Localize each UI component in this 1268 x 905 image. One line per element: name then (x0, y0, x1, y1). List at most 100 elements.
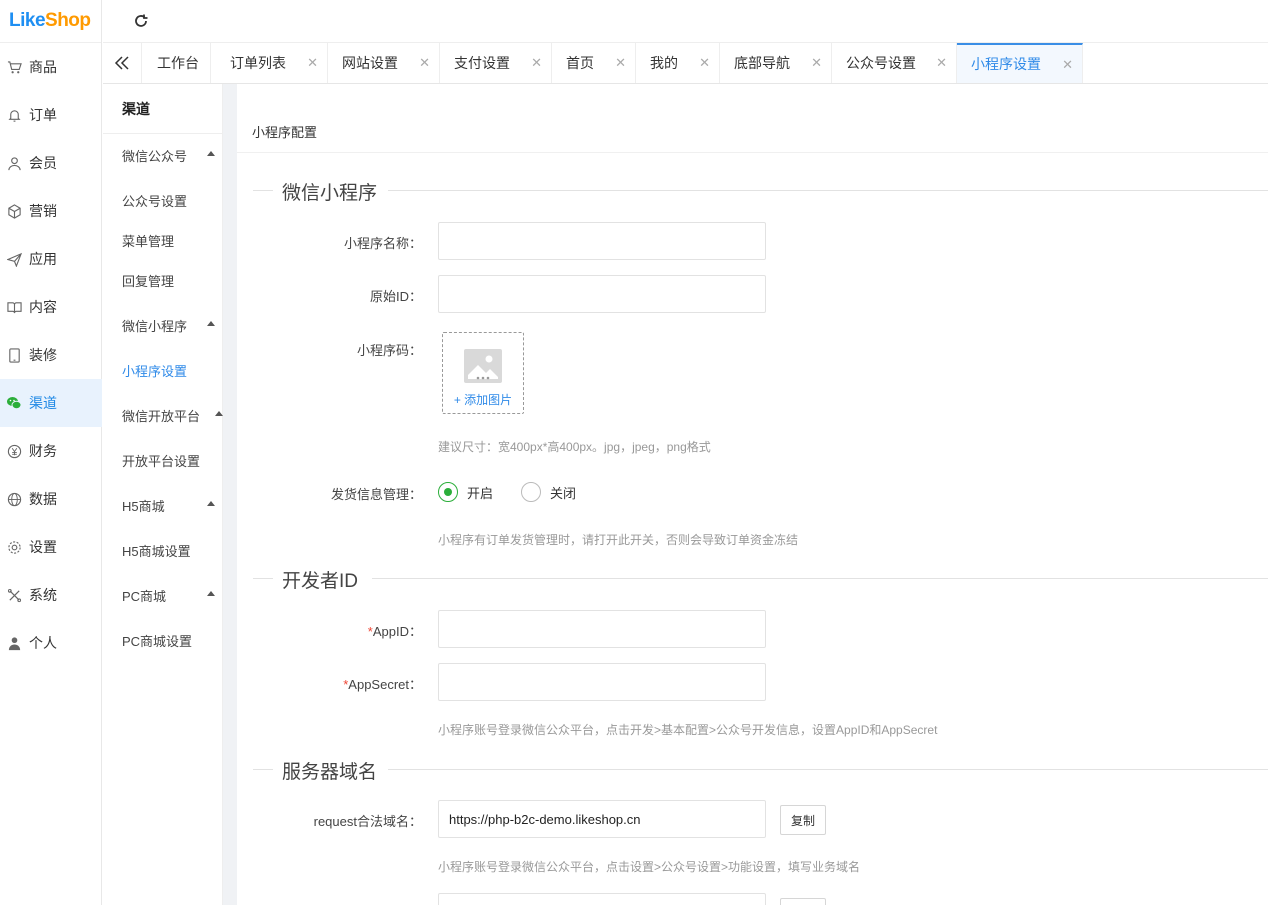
appsecret-label-text: AppSecret： (348, 677, 422, 692)
section-developer-id: 开发者ID (253, 567, 1268, 592)
refresh-icon[interactable] (131, 11, 151, 31)
sidebar-item-label: 营销 (29, 203, 57, 219)
divider (253, 769, 273, 770)
radio-label: 关闭 (550, 485, 577, 501)
close-icon[interactable]: ✕ (531, 55, 542, 71)
tab-mine[interactable]: 我的 ✕ (636, 43, 720, 83)
sidebar-item-apps[interactable]: 应用 (0, 235, 102, 283)
miniprogram-name-label: 小程序名称： (343, 236, 422, 251)
qrcode-hint: 建议尺寸：宽400px*高400px。jpg，jpeg，png格式 (438, 440, 711, 454)
tab-workbench[interactable]: 工作台 (143, 43, 211, 83)
appid-input[interactable] (438, 610, 766, 648)
collapse-tabs-icon[interactable] (103, 43, 142, 83)
tools-icon (6, 587, 22, 603)
sidebar-item-label: 订单 (29, 107, 57, 123)
request-domain-label: request合法域名： (313, 814, 422, 829)
app-logo[interactable]: Like Shop (0, 0, 101, 43)
divider (372, 578, 1268, 579)
tab-label: 公众号设置 (846, 55, 916, 71)
submenu-link-pc-settings[interactable]: PC商城设置 (122, 631, 192, 650)
request-domain-input[interactable]: https://php-b2c-demo.likeshop.cn (438, 800, 766, 838)
send-icon (6, 251, 22, 267)
close-icon[interactable]: ✕ (615, 55, 626, 71)
submenu-title: 渠道 (103, 84, 222, 134)
submenu-link-oa-settings[interactable]: 公众号设置 (122, 191, 187, 210)
submenu-group-h5[interactable]: H5商城 (122, 496, 217, 515)
appsecret-input[interactable] (438, 663, 766, 701)
submenu-group-wechat-oa[interactable]: 微信公众号 (122, 146, 217, 165)
user-icon (6, 155, 22, 171)
sidebar-item-orders[interactable]: 订单 (0, 91, 102, 139)
sidebar-item-goods[interactable]: 商品 (0, 43, 102, 91)
miniprogram-name-input[interactable] (438, 222, 766, 260)
caret-up-icon (207, 321, 215, 326)
submenu-group-pc[interactable]: PC商城 (122, 586, 217, 605)
sidebar-item-content[interactable]: 内容 (0, 283, 102, 331)
submenu-link-mp-settings[interactable]: 小程序设置 (122, 361, 187, 380)
book-icon (6, 299, 22, 315)
sidebar-item-data[interactable]: 数据 (0, 475, 102, 523)
divider (388, 769, 1268, 770)
close-icon[interactable]: ✕ (419, 55, 430, 71)
tab-miniprogram-settings[interactable]: 小程序设置 ✕ (957, 43, 1083, 83)
main-content: 小程序配置 微信小程序 小程序名称： 原始ID： 小程序码： + 添加图片 建议… (237, 84, 1268, 905)
submenu-group-label: PC商城 (122, 589, 167, 604)
developer-hint: 小程序账号登录微信公众平台，点击开发>基本配置>公众号开发信息，设置AppID和… (438, 723, 938, 737)
sidebar-item-channels[interactable]: 渠道 (0, 379, 102, 427)
tab-label: 小程序设置 (971, 56, 1041, 72)
sidebar-item-finance[interactable]: 财务 (0, 427, 102, 475)
sidebar-item-label: 会员 (29, 155, 57, 171)
tab-order-list[interactable]: 订单列表 ✕ (216, 43, 328, 83)
close-icon[interactable]: ✕ (811, 55, 822, 71)
cube-icon (6, 203, 22, 219)
submenu-link-menu-manage[interactable]: 菜单管理 (122, 231, 174, 250)
sidebar-item-settings[interactable]: 设置 (0, 523, 102, 571)
section-title: 服务器域名 (282, 762, 378, 783)
shipping-on-radio[interactable]: 开启 (438, 482, 493, 502)
close-icon[interactable]: ✕ (307, 55, 318, 71)
sidebar-item-personal[interactable]: 个人 (0, 619, 102, 667)
appsecret-label: *AppSecret： (252, 674, 422, 693)
submenu-group-open-platform[interactable]: 微信开放平台 (122, 406, 223, 425)
sidebar-item-label: 财务 (29, 443, 57, 459)
tab-official-account-settings[interactable]: 公众号设置 ✕ (832, 43, 957, 83)
close-icon[interactable]: ✕ (1062, 57, 1073, 73)
divider (388, 190, 1268, 191)
copy-button[interactable]: 复制 (780, 805, 826, 835)
caret-up-icon (207, 151, 215, 156)
image-placeholder-icon (464, 349, 502, 383)
tab-label: 支付设置 (454, 55, 510, 71)
cart-icon (6, 59, 22, 75)
card-title: 小程序配置 (252, 125, 318, 140)
tab-site-settings[interactable]: 网站设置 ✕ (328, 43, 440, 83)
card-header: 小程序配置 (237, 84, 1268, 153)
divider (253, 190, 273, 191)
sidebar-item-label: 设置 (29, 539, 57, 555)
add-image-label: + 添加图片 (453, 393, 513, 407)
qrcode-upload[interactable]: + 添加图片 (442, 332, 524, 414)
close-icon[interactable]: ✕ (936, 55, 947, 71)
sidebar-item-system[interactable]: 系统 (0, 571, 102, 619)
next-copy-button[interactable] (780, 898, 826, 905)
tab-home[interactable]: 首页 ✕ (552, 43, 636, 83)
submenu-group-wechat-mp[interactable]: 微信小程序 (122, 316, 217, 335)
sidebar-item-members[interactable]: 会员 (0, 139, 102, 187)
tablet-icon (6, 347, 22, 363)
sidebar-item-label: 系统 (29, 587, 57, 603)
shipping-off-radio[interactable]: 关闭 (521, 482, 576, 502)
close-icon[interactable]: ✕ (699, 55, 710, 71)
origin-id-input[interactable] (438, 275, 766, 313)
section-title: 开发者ID (282, 571, 359, 592)
sidebar-item-marketing[interactable]: 营销 (0, 187, 102, 235)
yen-icon (6, 443, 22, 459)
caret-up-icon (207, 591, 215, 596)
appid-label-text: AppID： (372, 624, 422, 639)
next-domain-input[interactable] (438, 893, 766, 905)
tab-payment-settings[interactable]: 支付设置 ✕ (440, 43, 552, 83)
submenu-link-open-platform-settings[interactable]: 开放平台设置 (122, 451, 200, 470)
domain-hint: 小程序账号登录微信公众平台，点击设置>公众号设置>功能设置，填写业务域名 (438, 860, 861, 874)
tab-bottom-nav[interactable]: 底部导航 ✕ (720, 43, 832, 83)
submenu-link-reply-manage[interactable]: 回复管理 (122, 271, 174, 290)
sidebar-item-decoration[interactable]: 装修 (0, 331, 102, 379)
submenu-link-h5-settings[interactable]: H5商城设置 (122, 541, 191, 560)
